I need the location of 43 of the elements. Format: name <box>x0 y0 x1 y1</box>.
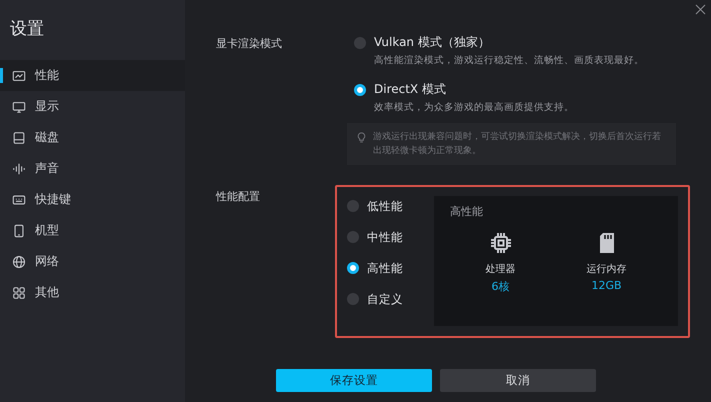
section-label: 显卡渲染模式 <box>216 36 283 51</box>
phone-icon <box>12 224 26 238</box>
sidebar-item[interactable]: 磁盘 <box>0 122 185 153</box>
panel-title: 高性能 <box>450 204 484 219</box>
option-label: Vulkan 模式（独家） <box>374 34 490 51</box>
sidebar-item[interactable]: 机型 <box>0 215 185 246</box>
option-label: 高性能 <box>367 260 403 276</box>
option-label: 自定义 <box>367 292 403 306</box>
sound-wave-icon <box>12 162 26 176</box>
sidebar-item[interactable]: 性能 <box>0 60 185 91</box>
lightbulb-icon <box>356 132 367 143</box>
option-label: 中性能 <box>367 230 403 244</box>
radio-button[interactable] <box>347 293 359 305</box>
keyboard-icon <box>12 192 26 206</box>
radio-button[interactable] <box>354 36 366 48</box>
option-label: DirectX 模式 <box>374 81 446 98</box>
radio-button[interactable] <box>347 262 359 274</box>
grid-icon <box>12 286 26 300</box>
sidebar-title: 设置 <box>9 18 45 41</box>
sidebar-item[interactable]: 其他 <box>0 277 185 308</box>
sidebar-item[interactable]: 快捷键 <box>0 184 185 215</box>
chart-icon <box>12 68 26 82</box>
option-label: 低性能 <box>367 198 403 214</box>
spec-name: 处理器 <box>486 262 516 276</box>
spec-name: 运行内存 <box>586 262 626 276</box>
spec-value: 6核 <box>492 279 510 294</box>
option-description: 高性能渲染模式，游戏运行稳定性、流畅性、画质表现最好。 <box>374 54 645 67</box>
sidebar-item[interactable]: 显示 <box>0 91 185 122</box>
spec-value: 12GB <box>591 279 622 292</box>
radio-button[interactable] <box>354 84 366 96</box>
monitor-icon <box>12 100 26 114</box>
close-icon[interactable] <box>695 4 706 15</box>
radio-button[interactable] <box>347 231 359 243</box>
sidebar-item[interactable]: 声音 <box>0 153 185 184</box>
save-button[interactable]: 保存设置 <box>276 369 432 392</box>
globe-icon <box>12 254 26 268</box>
radio-button[interactable] <box>347 200 359 212</box>
tip-text: 游戏运行出现兼容问题时，可尝试切换渲染模式解决，切换后首次运行若出现轻微卡顿为正常现象。 <box>373 130 662 158</box>
sidebar-item[interactable]: 网络 <box>0 246 185 277</box>
chip-icon <box>488 231 512 255</box>
option-description: 效率模式，为众多游戏的最高画质提供支持。 <box>374 101 575 114</box>
cancel-button[interactable]: 取消 <box>440 369 596 392</box>
section-label: 性能配置 <box>216 189 261 204</box>
